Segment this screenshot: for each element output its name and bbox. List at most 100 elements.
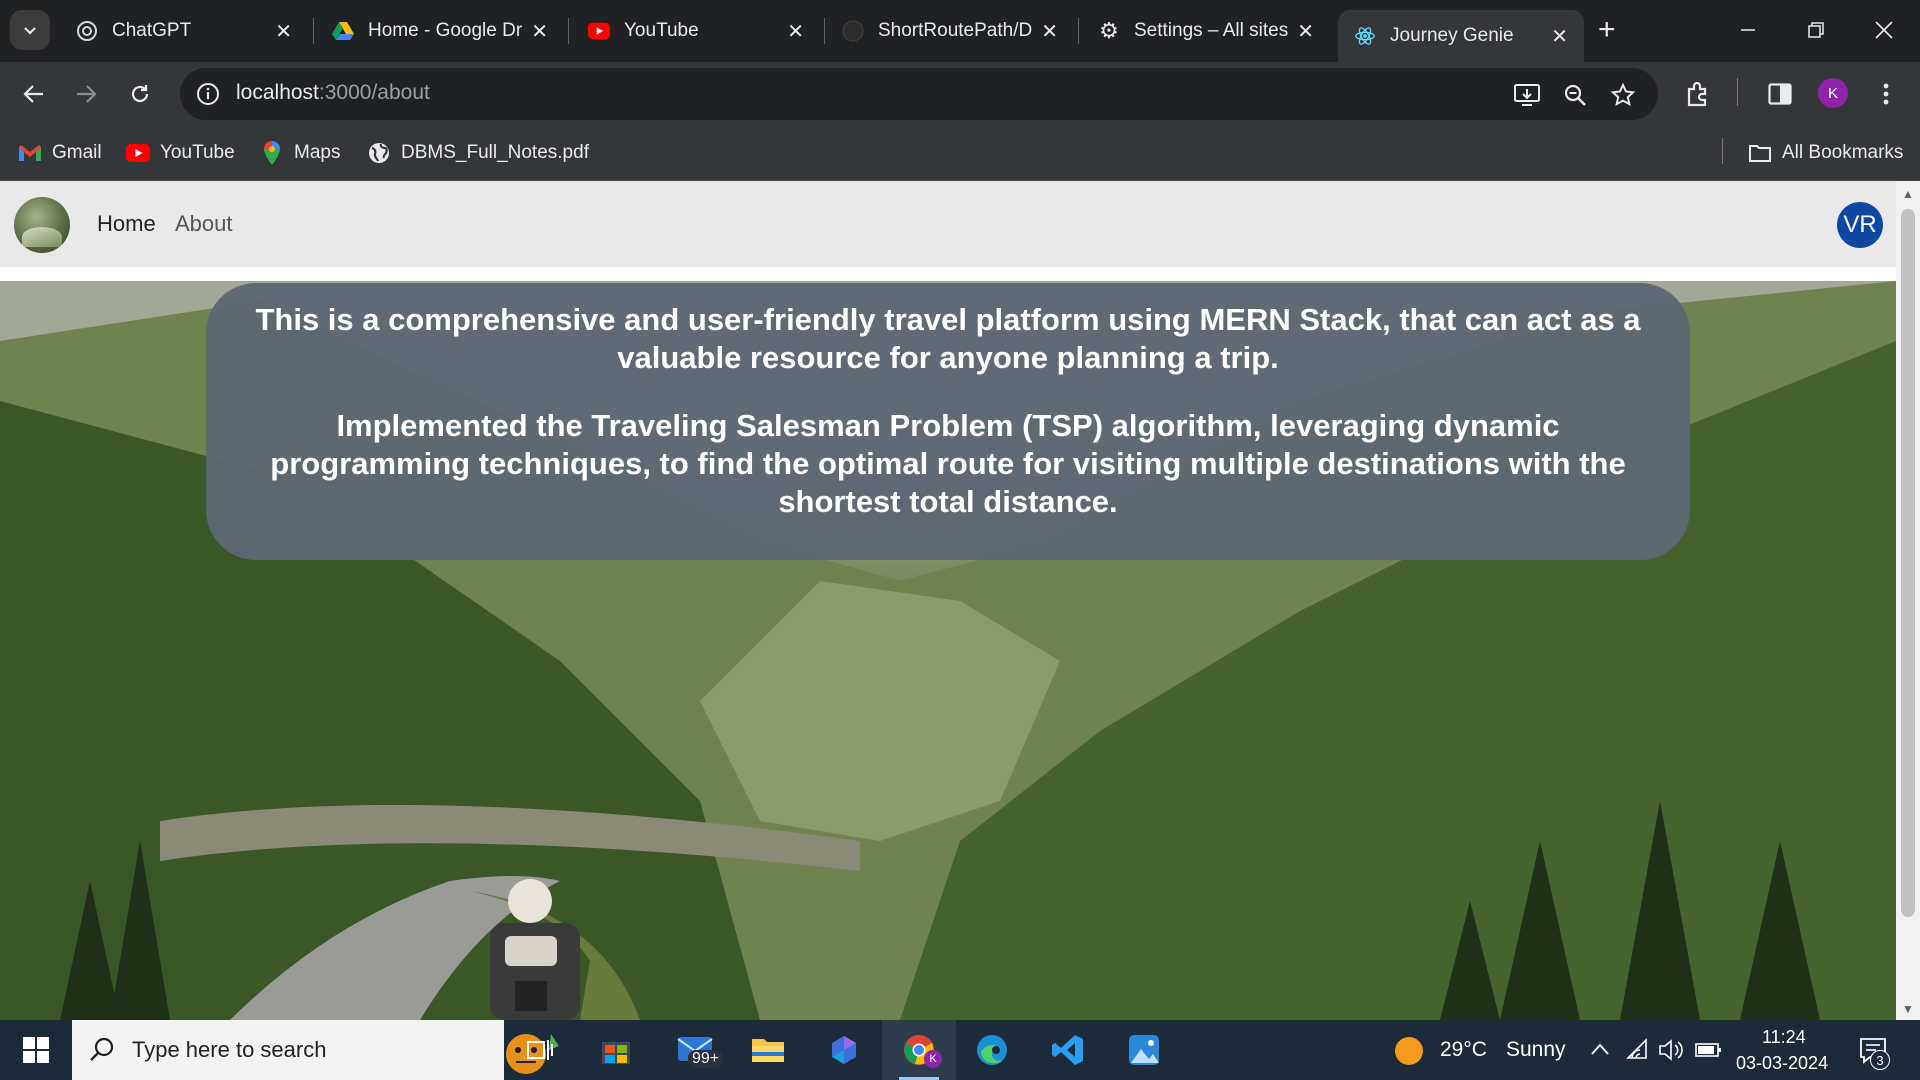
- url-text[interactable]: localhost:3000/about: [236, 81, 430, 105]
- arrow-right-icon: [77, 85, 97, 103]
- bookmark-dbms-notes[interactable]: DBMS_Full_Notes.pdf: [367, 138, 589, 168]
- edge-button[interactable]: [968, 1020, 1016, 1080]
- globe-icon: [367, 141, 391, 165]
- bookmark-label: DBMS_Full_Notes.pdf: [401, 142, 589, 163]
- install-app-icon[interactable]: [1510, 78, 1544, 112]
- scroll-up-icon[interactable]: ▲: [1902, 187, 1914, 201]
- minimize-icon: [1741, 29, 1755, 31]
- site-navbar: Home About VR: [0, 181, 1896, 267]
- clock-date[interactable]: 03-03-2024: [1736, 1053, 1828, 1074]
- profile-avatar[interactable]: K: [1818, 78, 1848, 108]
- tab-chatgpt[interactable]: ChatGPT ✕: [60, 10, 308, 52]
- vscode-button[interactable]: [1044, 1020, 1092, 1080]
- all-bookmarks-button[interactable]: All Bookmarks: [1748, 138, 1903, 168]
- about-paragraph-1: This is a comprehensive and user-friendl…: [255, 302, 1641, 375]
- microsoft-store-button[interactable]: [592, 1020, 640, 1080]
- folder-icon: [752, 1039, 784, 1062]
- page-scrollbar[interactable]: ▲ ▼: [1896, 181, 1920, 1020]
- notification-count: 3: [1870, 1050, 1890, 1070]
- bookmark-label: Gmail: [52, 142, 102, 163]
- url-path: :3000/about: [318, 81, 430, 104]
- clock-time[interactable]: 11:24: [1762, 1027, 1806, 1048]
- address-bar[interactable]: localhost:3000/about: [180, 68, 1658, 120]
- copilot-button[interactable]: [820, 1020, 868, 1080]
- forward-button[interactable]: [66, 74, 106, 114]
- close-icon[interactable]: ✕: [787, 19, 804, 44]
- task-view-button[interactable]: [516, 1020, 564, 1080]
- close-window-button[interactable]: [1854, 8, 1914, 52]
- close-icon[interactable]: ✕: [531, 19, 548, 44]
- mail-button[interactable]: 99+: [668, 1020, 724, 1080]
- reload-icon: [131, 85, 149, 103]
- battery-icon[interactable]: [1694, 1040, 1722, 1060]
- bookmark-label: YouTube: [160, 142, 235, 163]
- more-options-icon[interactable]: [1866, 74, 1906, 114]
- tab-title: YouTube: [624, 20, 699, 41]
- react-icon: [1354, 25, 1376, 47]
- new-tab-button[interactable]: +: [1598, 14, 1616, 46]
- tab-journey-genie[interactable]: Journey Genie ✕: [1338, 10, 1584, 62]
- site-info-icon[interactable]: [192, 78, 224, 110]
- vscode-icon: [1052, 1035, 1083, 1065]
- minimize-button[interactable]: [1718, 8, 1778, 52]
- bookmark-youtube[interactable]: YouTube: [126, 138, 235, 168]
- close-icon[interactable]: ✕: [1551, 24, 1568, 49]
- volume-icon[interactable]: [1658, 1038, 1684, 1062]
- tab-github[interactable]: ShortRoutePath/D ✕: [826, 10, 1074, 52]
- chrome-profile-badge: K: [924, 1050, 942, 1068]
- reload-button[interactable]: [120, 74, 160, 114]
- youtube-icon: [126, 141, 150, 165]
- maps-icon: [260, 141, 284, 165]
- chrome-taskbar-button[interactable]: K: [882, 1020, 956, 1080]
- bookmark-gmail[interactable]: Gmail: [18, 138, 102, 168]
- scroll-down-icon[interactable]: ▼: [1902, 1002, 1914, 1016]
- scrollbar-thumb[interactable]: [1901, 209, 1915, 917]
- google-drive-icon: [332, 20, 354, 42]
- microsoft-store-icon: [602, 1042, 630, 1064]
- tab-title: ShortRoutePath/D: [878, 20, 1033, 41]
- user-avatar[interactable]: VR: [1837, 202, 1883, 248]
- extensions-icon[interactable]: [1678, 74, 1718, 114]
- weather-sun-icon: [1395, 1037, 1423, 1065]
- github-icon: [842, 20, 864, 42]
- nav-about-link[interactable]: About: [175, 211, 233, 237]
- gmail-icon: [18, 141, 42, 165]
- close-icon: [1875, 21, 1893, 39]
- arrow-left-icon: [23, 85, 43, 103]
- wifi-icon[interactable]: [1626, 1038, 1650, 1062]
- site-logo[interactable]: [14, 197, 70, 253]
- tab-title: ChatGPT: [112, 20, 192, 41]
- restore-button[interactable]: [1786, 8, 1846, 52]
- zoom-icon[interactable]: [1558, 78, 1592, 112]
- side-panel-icon[interactable]: [1760, 74, 1800, 114]
- back-button[interactable]: [14, 74, 54, 114]
- tab-youtube[interactable]: YouTube ✕: [572, 10, 820, 52]
- close-icon[interactable]: ✕: [1297, 19, 1314, 44]
- about-paragraph-2: Implemented the Traveling Salesman Probl…: [270, 408, 1626, 519]
- taskbar-search[interactable]: Type here to search: [72, 1020, 559, 1080]
- close-icon[interactable]: ✕: [275, 19, 292, 44]
- tab-search-button[interactable]: [10, 10, 50, 50]
- weather-condition[interactable]: Sunny: [1506, 1038, 1566, 1062]
- close-icon[interactable]: ✕: [1041, 19, 1058, 44]
- tab-title: Journey Genie: [1390, 25, 1514, 46]
- bookmark-maps[interactable]: Maps: [260, 138, 340, 168]
- nav-home-link[interactable]: Home: [97, 211, 156, 237]
- chatgpt-icon: [76, 20, 98, 42]
- tab-google-drive[interactable]: Home - Google Dr ✕: [316, 10, 564, 52]
- task-view-icon: [527, 1040, 553, 1060]
- tab-settings[interactable]: ⚙ Settings – All sites ✕: [1082, 10, 1330, 52]
- file-explorer-button[interactable]: [744, 1020, 792, 1080]
- tab-divider: [824, 18, 825, 44]
- start-button[interactable]: [12, 1020, 60, 1080]
- restore-icon: [1808, 22, 1824, 38]
- bookmark-star-icon[interactable]: [1606, 78, 1640, 112]
- chevron-up-icon[interactable]: [1590, 1042, 1610, 1056]
- tab-title: Settings – All sites: [1134, 20, 1289, 41]
- photos-button[interactable]: [1120, 1020, 1168, 1080]
- page-viewport: Home About VR This is a comprehensive an…: [0, 181, 1896, 1020]
- tab-divider: [313, 18, 314, 44]
- toolbar-divider: [1737, 78, 1738, 106]
- edge-icon: [977, 1035, 1007, 1065]
- weather-temp[interactable]: 29°C: [1440, 1038, 1487, 1062]
